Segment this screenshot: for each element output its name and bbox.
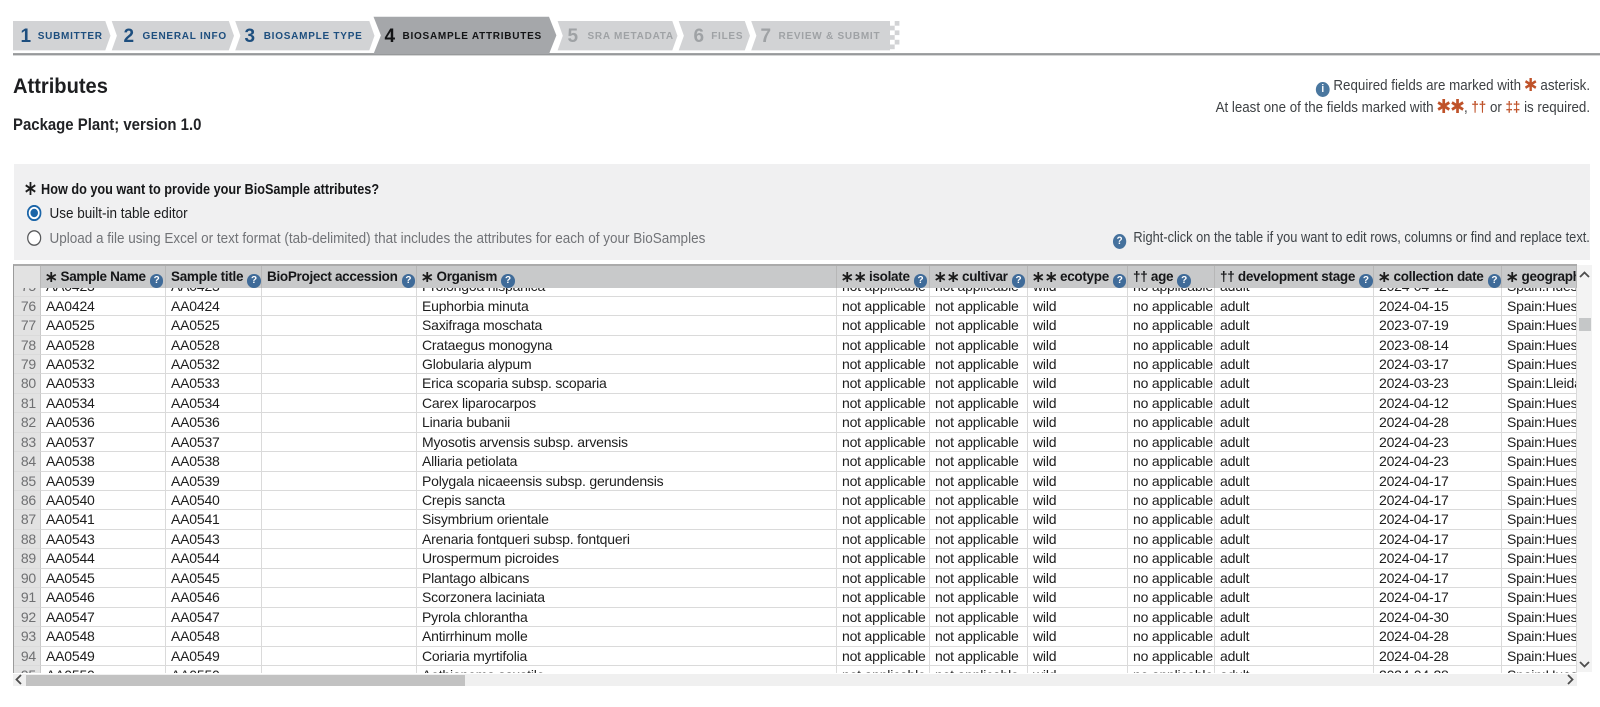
- svg-text:SUBMITTER: SUBMITTER: [38, 31, 103, 42]
- svg-text:BIOSAMPLE TYPE: BIOSAMPLE TYPE: [264, 31, 363, 42]
- svg-text:SRA METADATA: SRA METADATA: [588, 31, 674, 42]
- svg-text:3: 3: [245, 26, 256, 47]
- svg-text:REVIEW & SUBMIT: REVIEW & SUBMIT: [779, 31, 881, 42]
- svg-text:FILES: FILES: [711, 31, 743, 42]
- svg-text:6: 6: [694, 26, 705, 47]
- svg-text:5: 5: [568, 26, 579, 47]
- svg-text:1: 1: [21, 26, 32, 47]
- svg-text:7: 7: [761, 26, 772, 47]
- svg-text:GENERAL INFO: GENERAL INFO: [143, 31, 227, 42]
- svg-text:2: 2: [124, 26, 135, 47]
- svg-text:BIOSAMPLE ATTRIBUTES: BIOSAMPLE ATTRIBUTES: [403, 31, 542, 42]
- svg-text:4: 4: [385, 26, 396, 47]
